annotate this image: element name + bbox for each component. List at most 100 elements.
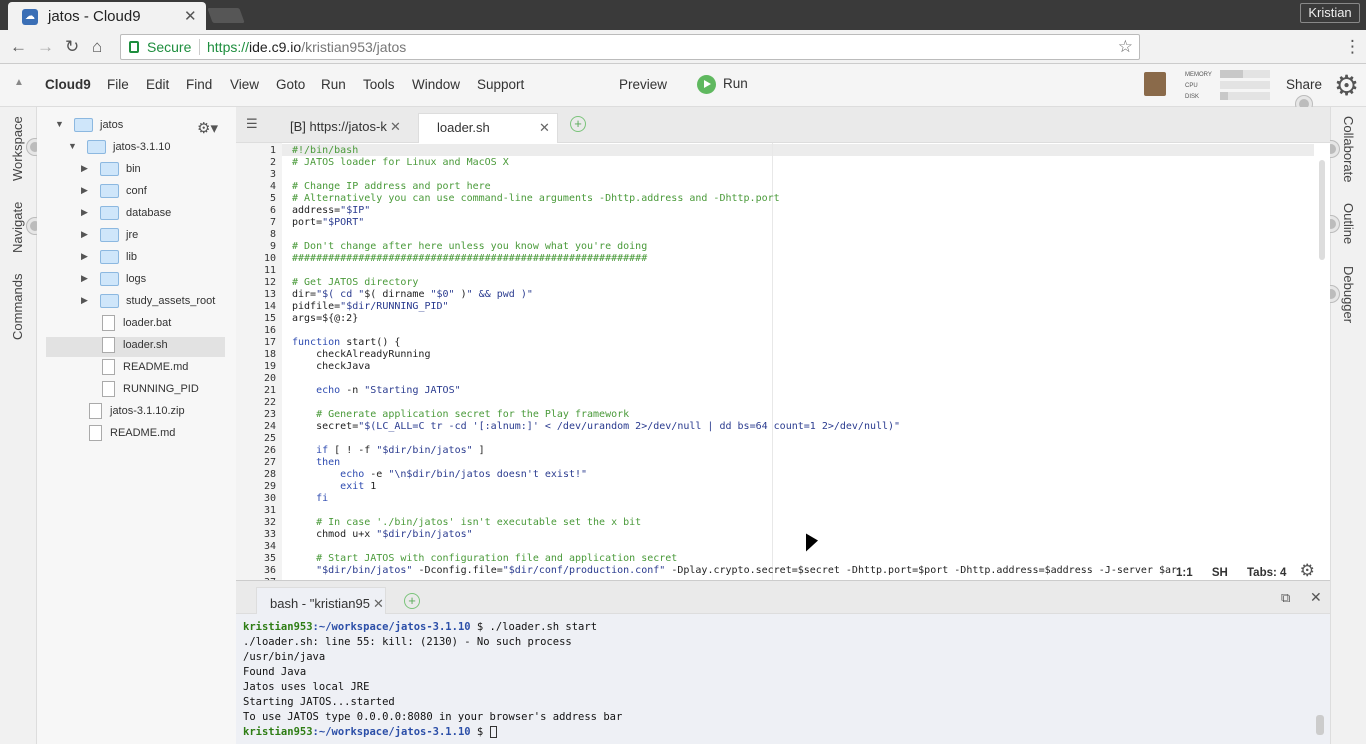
add-terminal-icon[interactable]: +	[404, 593, 420, 609]
home-icon[interactable]: ⌂	[92, 37, 102, 57]
chevron-right-icon[interactable]: ▶	[81, 185, 88, 196]
menu-edit[interactable]: Edit	[146, 77, 169, 92]
folder-icon	[100, 294, 119, 308]
chevron-right-icon[interactable]: ▶	[81, 163, 88, 174]
tree-file[interactable]: README.md	[46, 359, 225, 379]
chevron-down-icon[interactable]: ▼	[55, 119, 64, 129]
url-text[interactable]: https://ide.c9.io/kristian953/jatos	[207, 39, 406, 55]
tree-folder[interactable]: ▶ conf	[46, 183, 225, 203]
close-icon[interactable]: ✕	[390, 119, 401, 135]
panel-collaborate[interactable]: Collaborate	[1341, 116, 1356, 183]
tab-terminal[interactable]: bash - "kristian95 ✕	[256, 587, 386, 615]
close-icon[interactable]: ✕	[539, 120, 550, 136]
code-line: if [ ! -f "$dir/bin/jatos" ]	[316, 445, 485, 456]
tree-folder[interactable]: ▶ jre	[46, 227, 225, 247]
left-panel-rail: Workspace Navigate Commands	[0, 107, 43, 744]
chevron-right-icon[interactable]: ▶	[81, 273, 88, 284]
profile-button[interactable]: Kristian	[1300, 3, 1360, 23]
menu-run[interactable]: Run	[321, 77, 346, 92]
line-number: 28	[263, 469, 276, 480]
bookmark-star-icon[interactable]: ☆	[1118, 37, 1133, 57]
secure-label: Secure	[147, 39, 192, 55]
tree-file[interactable]: loader.sh	[46, 337, 225, 357]
code-editor[interactable]: 1 2 3 4 5 6 7 8 9 10 11 12 13 14 15 16 17 18 19 20 21 22 23 24 2…	[236, 143, 1330, 580]
menu-file[interactable]: File	[107, 77, 129, 92]
editor-settings-gear-icon[interactable]: ⚙	[1300, 561, 1315, 580]
tree-folder[interactable]: ▶ database	[46, 205, 225, 225]
terminal-scrollbar[interactable]	[1316, 715, 1324, 735]
chevron-right-icon[interactable]: ▶	[81, 295, 88, 306]
play-icon	[697, 75, 716, 94]
tree-folder[interactable]: ▶ study_assets_root	[46, 293, 225, 313]
chevron-right-icon[interactable]: ▶	[81, 207, 88, 218]
chevron-down-icon[interactable]: ▼	[68, 141, 77, 151]
menu-goto[interactable]: Goto	[276, 77, 305, 92]
chrome-menu-icon[interactable]: ⋮	[1344, 37, 1361, 57]
share-button[interactable]: Share	[1286, 77, 1322, 92]
gear-icon[interactable]: ⚙	[1334, 69, 1359, 102]
tab-loader-sh[interactable]: loader.sh ✕	[418, 113, 558, 143]
panel-debugger[interactable]: Debugger	[1341, 266, 1356, 323]
maximize-icon[interactable]: ⧉	[1281, 590, 1290, 606]
code-line: echo -e "\n$dir/bin/jatos doesn't exist!…	[340, 469, 588, 480]
forward-icon[interactable]: →	[37, 37, 54, 57]
disk-meter-fill	[1220, 92, 1228, 100]
code-line: # Change IP address and port here	[292, 181, 491, 192]
tree-folder[interactable]: ▼ jatos	[46, 117, 225, 137]
tab-label: bash - "kristian95	[270, 596, 370, 611]
chevron-right-icon[interactable]: ▶	[81, 229, 88, 240]
tree-file[interactable]: jatos-3.1.10.zip	[46, 403, 225, 423]
reload-icon[interactable]: ↻	[65, 37, 79, 57]
cursor-position[interactable]: 1:1	[1176, 567, 1193, 579]
browser-tab[interactable]: ☁ jatos - Cloud9 ✕	[8, 2, 206, 30]
close-icon[interactable]: ✕	[373, 596, 384, 612]
back-icon[interactable]: ←	[10, 37, 27, 57]
panel-workspace[interactable]: Workspace	[10, 116, 25, 181]
c9-brand[interactable]: Cloud9	[45, 77, 91, 92]
menu-support[interactable]: Support	[477, 77, 524, 92]
line-number: 4	[269, 181, 276, 192]
tab-size[interactable]: Tabs: 4	[1247, 567, 1286, 579]
terminal-line: To use JATOS type 0.0.0.0:8080 in your b…	[243, 711, 623, 723]
tree-item-label: README.md	[110, 427, 176, 439]
file-icon	[89, 425, 102, 441]
tree-folder[interactable]: ▶ lib	[46, 249, 225, 269]
collapse-arrow-icon[interactable]: ▲	[14, 77, 24, 88]
panel-commands[interactable]: Commands	[10, 274, 25, 340]
preview-button[interactable]: Preview	[619, 77, 667, 92]
terminal[interactable]: kristian953:~/workspace/jatos-3.1.10 $ .…	[236, 614, 1330, 744]
tree-folder[interactable]: ▶ bin	[46, 161, 225, 181]
tab-browser-preview[interactable]: [B] https://jatos-k ✕	[278, 113, 408, 143]
tree-folder[interactable]: ▶ logs	[46, 271, 225, 291]
tab-list-icon[interactable]: ☰	[246, 116, 258, 132]
terminal-prompt[interactable]: kristian953:~/workspace/jatos-3.1.10 $	[243, 725, 497, 740]
current-line-highlight	[282, 144, 1314, 156]
menu-window[interactable]: Window	[412, 77, 460, 92]
close-panel-icon[interactable]: ✕	[1310, 589, 1322, 606]
line-number: 34	[263, 541, 276, 552]
menu-view[interactable]: View	[230, 77, 259, 92]
menu-tools[interactable]: Tools	[363, 77, 395, 92]
panel-outline[interactable]: Outline	[1341, 203, 1356, 244]
close-tab-icon[interactable]: ✕	[184, 7, 197, 25]
browser-tab-title: jatos - Cloud9	[48, 8, 141, 25]
tree-folder[interactable]: ▼ jatos-3.1.10	[46, 139, 225, 159]
chevron-right-icon[interactable]: ▶	[81, 251, 88, 262]
code-line: "$dir/bin/jatos" -Dconfig.file="$dir/con…	[316, 565, 1178, 576]
add-tab-icon[interactable]: +	[570, 116, 586, 132]
address-bar[interactable]: Secure https://ide.c9.io/kristian953/jat…	[120, 34, 1140, 60]
run-label: Run	[723, 76, 748, 91]
menu-find[interactable]: Find	[186, 77, 212, 92]
panel-navigate[interactable]: Navigate	[10, 202, 25, 253]
avatar[interactable]	[1144, 72, 1166, 96]
tree-item-label: jatos	[100, 119, 124, 131]
tree-item-label: database	[126, 207, 172, 219]
editor-scrollbar[interactable]	[1319, 160, 1325, 260]
code-line: then	[316, 457, 341, 468]
tree-file[interactable]: loader.bat	[46, 315, 225, 335]
tree-file[interactable]: README.md	[46, 425, 225, 445]
tree-file[interactable]: RUNNING_PID	[46, 381, 225, 401]
new-tab-button[interactable]	[207, 8, 245, 23]
syntax-mode[interactable]: SH	[1212, 567, 1228, 579]
memory-meter-fill	[1220, 70, 1243, 78]
